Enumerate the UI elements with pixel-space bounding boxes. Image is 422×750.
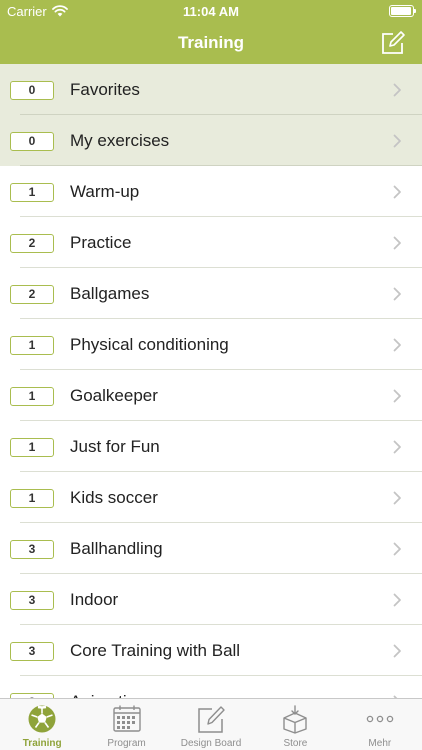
category-label: Physical conditioning — [70, 335, 229, 354]
category-row[interactable]: 3 Animations — [0, 676, 422, 698]
tab-label: Design Board — [180, 738, 242, 749]
count-badge: 0 — [10, 81, 54, 100]
tab-design-board[interactable]: Design Board — [169, 699, 253, 750]
tab-label: Store — [283, 738, 308, 749]
category-row[interactable]: 1 Warm-up — [0, 166, 422, 217]
compose-icon[interactable] — [380, 30, 406, 56]
chevron-right-icon — [393, 185, 402, 199]
tab-label: Training — [22, 738, 62, 749]
category-row[interactable]: 1 Just for Fun — [0, 421, 422, 472]
count-badge: 1 — [10, 183, 54, 202]
category-label: Goalkeeper — [70, 386, 158, 405]
chevron-right-icon — [393, 236, 402, 250]
chevron-right-icon — [393, 644, 402, 658]
chevron-right-icon — [393, 83, 402, 97]
chevron-right-icon — [393, 542, 402, 556]
category-label: Favorites — [70, 80, 140, 99]
box-icon — [283, 705, 308, 734]
tab-bar: Training Program Design Board Store Mehr — [0, 698, 422, 750]
category-row[interactable]: 1 Physical conditioning — [0, 319, 422, 370]
category-label: Practice — [70, 233, 132, 252]
count-badge: 2 — [10, 234, 54, 253]
category-label: Indoor — [70, 590, 119, 609]
count-badge: 0 — [10, 132, 54, 151]
chevron-right-icon — [393, 338, 402, 352]
calendar-icon — [112, 705, 141, 732]
tab-label: Mehr — [368, 738, 392, 749]
count-badge: 1 — [10, 489, 54, 508]
top-bar: Carrier 11:04 AM Training — [0, 0, 422, 64]
chevron-right-icon — [393, 491, 402, 505]
category-label: Ballhandling — [70, 539, 163, 558]
category-label: Just for Fun — [70, 437, 160, 456]
count-badge: 1 — [10, 336, 54, 355]
category-list: 0 Favorites 0 My exercises 1 Warm-up 2 P… — [0, 64, 422, 698]
category-row[interactable]: 3 Indoor — [0, 574, 422, 625]
category-row[interactable]: 1 Kids soccer — [0, 472, 422, 523]
more-icon — [366, 715, 394, 723]
battery-icon — [389, 5, 416, 17]
category-row[interactable]: 2 Practice — [0, 217, 422, 268]
category-label: Core Training with Ball — [70, 641, 241, 660]
count-badge: 3 — [10, 540, 54, 559]
category-label: My exercises — [70, 131, 170, 150]
soccer-ball-icon — [28, 705, 56, 733]
count-badge: 3 — [10, 642, 54, 661]
battery-level — [391, 7, 411, 15]
tab-store[interactable]: Store — [253, 699, 337, 750]
count-badge: 1 — [10, 438, 54, 457]
tab-label: Program — [107, 738, 146, 749]
count-badge: 2 — [10, 285, 54, 304]
category-row[interactable]: 0 My exercises — [0, 115, 422, 166]
count-badge: 1 — [10, 387, 54, 406]
page-title: Training — [177, 33, 245, 52]
tab-training[interactable]: Training — [0, 699, 84, 750]
count-badge: 3 — [10, 591, 54, 610]
category-row[interactable]: 2 Ballgames — [0, 268, 422, 319]
category-row[interactable]: 3 Core Training with Ball — [0, 625, 422, 676]
chevron-right-icon — [393, 440, 402, 454]
tab-program[interactable]: Program — [84, 699, 168, 750]
category-label: Ballgames — [70, 284, 150, 303]
category-row[interactable]: 0 Favorites — [0, 64, 422, 115]
chevron-right-icon — [393, 389, 402, 403]
chevron-right-icon — [393, 134, 402, 148]
category-label: Warm-up — [70, 182, 140, 201]
status-bar: Carrier 11:04 AM — [0, 0, 422, 22]
category-label: Kids soccer — [70, 488, 158, 507]
category-row[interactable]: 1 Goalkeeper — [0, 370, 422, 421]
category-row[interactable]: 3 Ballhandling — [0, 523, 422, 574]
status-time: 11:04 AM — [183, 4, 239, 19]
tab-more[interactable]: Mehr — [338, 699, 422, 750]
chevron-right-icon — [393, 593, 402, 607]
chevron-right-icon — [393, 287, 402, 301]
edit-board-icon — [198, 706, 225, 733]
